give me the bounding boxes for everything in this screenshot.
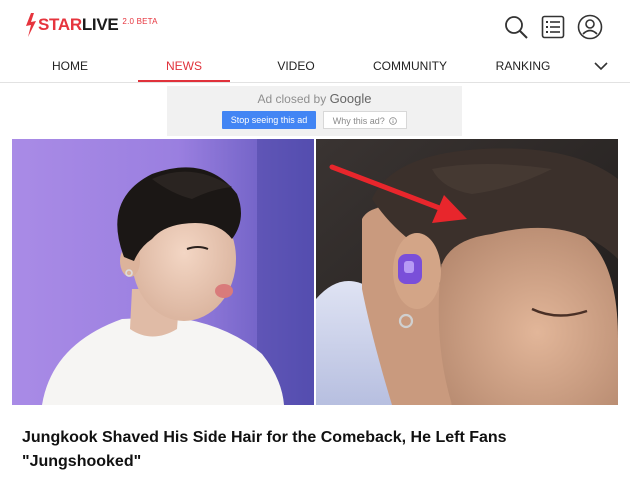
- logo-wordmark: STARLIVE: [38, 15, 119, 35]
- article-photo[interactable]: [12, 139, 618, 405]
- logo-star-text: STAR: [38, 15, 82, 34]
- nav-item-home[interactable]: HOME: [40, 48, 100, 82]
- top-bar: STARLIVE 2.0 BETA: [0, 0, 630, 48]
- why-this-ad-label: Why this ad?: [332, 116, 385, 126]
- google-wordmark: Google: [329, 91, 372, 106]
- nav-item-news[interactable]: NEWS: [154, 48, 214, 82]
- right-photo-panel: [316, 139, 618, 405]
- why-this-ad-button[interactable]: Why this ad?: [323, 111, 407, 129]
- nav-item-video[interactable]: VIDEO: [266, 48, 326, 82]
- site-logo[interactable]: STARLIVE 2.0 BETA: [22, 12, 158, 38]
- nav-item-community[interactable]: COMMUNITY: [365, 48, 455, 82]
- list-icon[interactable]: [540, 14, 566, 40]
- ad-closed-text: Ad closed by Google: [167, 91, 462, 106]
- article-headline[interactable]: Jungkook Shaved His Side Hair for the Co…: [22, 426, 612, 474]
- active-tab-indicator: [138, 80, 230, 82]
- star-logo-icon: [26, 13, 36, 37]
- ad-closed-label: Ad closed by: [257, 92, 327, 106]
- main-nav: HOME NEWS VIDEO COMMUNITY RANKING: [0, 48, 630, 83]
- chevron-down-icon[interactable]: [589, 48, 613, 82]
- nav-item-ranking[interactable]: RANKING: [488, 48, 558, 82]
- left-photo-panel: [12, 139, 314, 405]
- logo-live-text: LIVE: [81, 15, 119, 34]
- version-badge: 2.0 BETA: [122, 17, 158, 26]
- info-icon: [389, 117, 398, 125]
- ad-closed-panel: Ad closed by Google Stop seeing this ad …: [167, 86, 462, 136]
- search-icon[interactable]: [503, 14, 529, 40]
- user-icon[interactable]: [577, 14, 603, 40]
- stop-seeing-ad-button[interactable]: Stop seeing this ad: [222, 111, 316, 129]
